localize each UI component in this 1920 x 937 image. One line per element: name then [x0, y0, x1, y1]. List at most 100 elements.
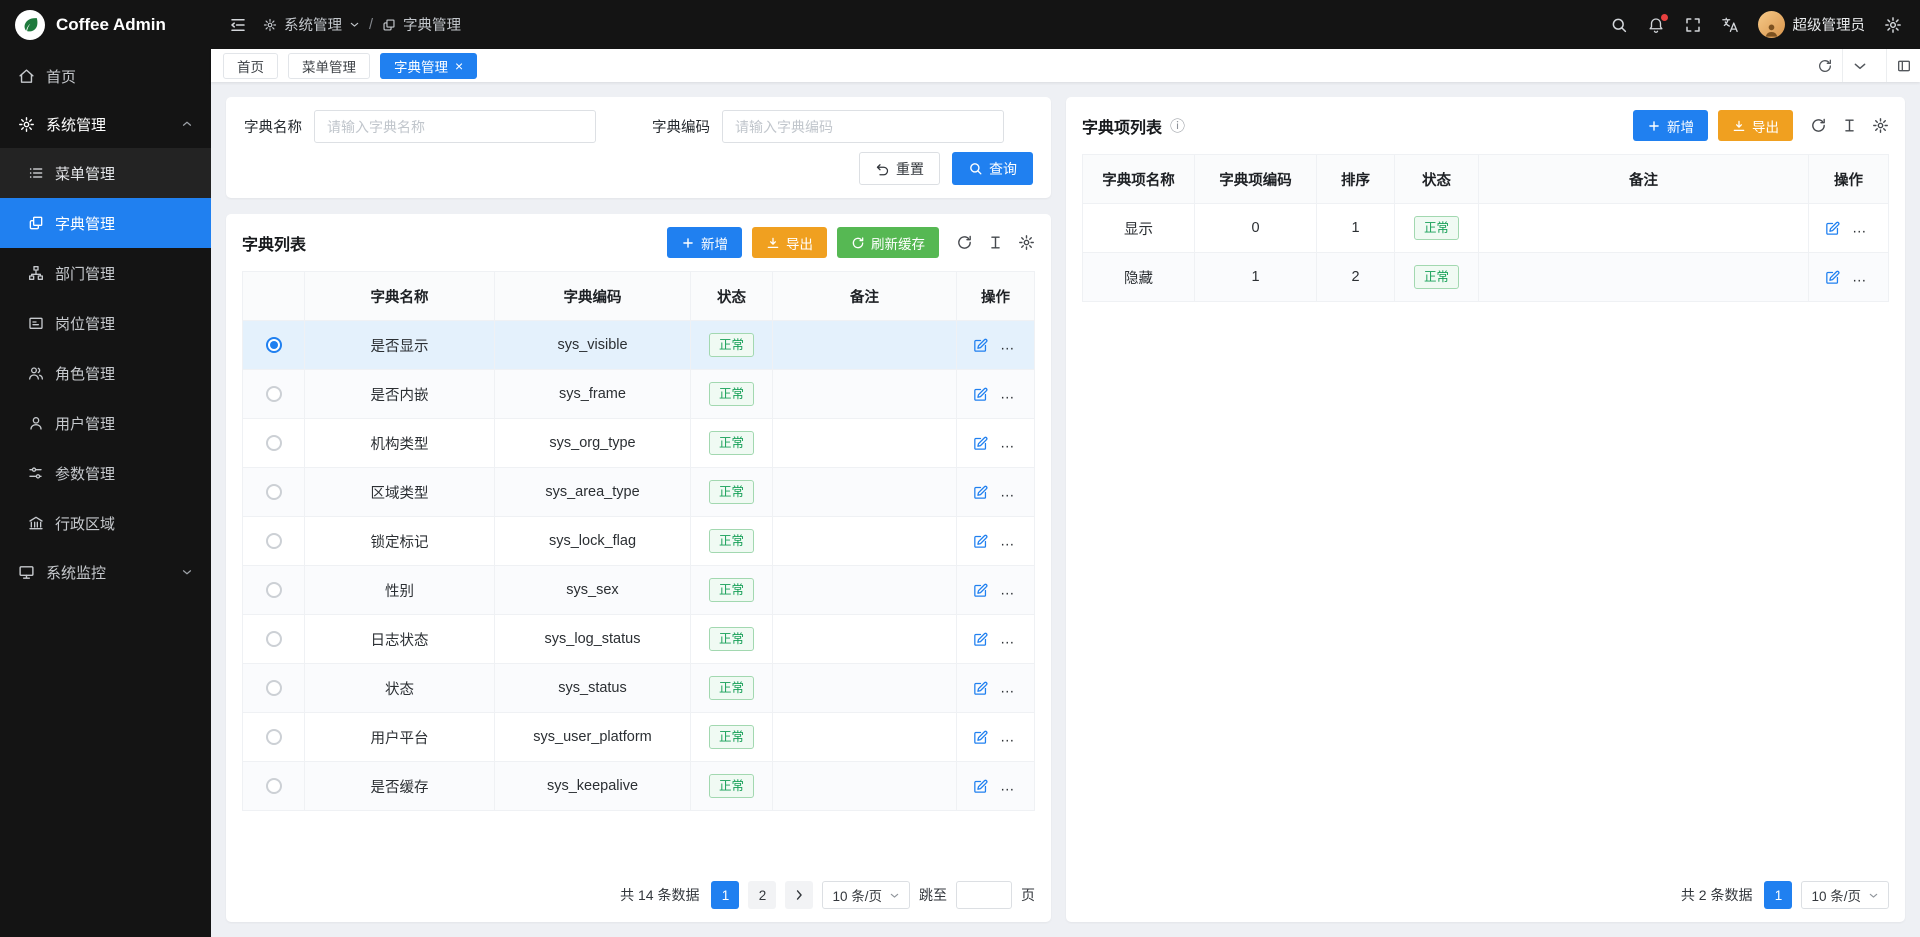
dict-name-input[interactable]	[314, 110, 596, 143]
row-radio[interactable]	[266, 435, 282, 451]
export-button[interactable]: 导出	[752, 227, 827, 258]
edit-icon[interactable]	[1824, 220, 1841, 237]
add-button[interactable]: 新增	[667, 227, 742, 258]
sidebar-item-system-management[interactable]: 系统管理	[0, 100, 211, 148]
edit-icon[interactable]	[972, 582, 989, 599]
edit-icon[interactable]	[1824, 269, 1841, 286]
row-radio[interactable]	[266, 729, 282, 745]
font-size-icon[interactable]	[987, 234, 1004, 251]
dict-code-input[interactable]	[722, 110, 1004, 143]
sidebar-item-user-management[interactable]: 用户管理	[0, 398, 211, 448]
refresh-icon[interactable]	[1810, 117, 1827, 134]
tab-dict-management[interactable]: 字典管理 ×	[380, 53, 477, 79]
row-radio[interactable]	[266, 582, 282, 598]
page-2-button[interactable]: 2	[748, 881, 776, 909]
breadcrumb-dict-management[interactable]: 字典管理	[382, 14, 461, 35]
edit-icon[interactable]	[972, 631, 989, 648]
translate-icon[interactable]	[1721, 16, 1739, 34]
sidebar-item-post-management[interactable]: 岗位管理	[0, 298, 211, 348]
dict-name-cell: 是否缓存	[305, 762, 495, 811]
home-icon	[18, 68, 35, 85]
row-radio[interactable]	[266, 337, 282, 353]
dict-table-row[interactable]: 用户平台 sys_user_platform 正常	[243, 713, 1035, 762]
edit-icon[interactable]	[972, 435, 989, 452]
sidebar-item-department-management[interactable]: 部门管理	[0, 248, 211, 298]
delete-icon[interactable]	[1007, 582, 1024, 599]
edit-icon[interactable]	[972, 337, 989, 354]
delete-icon[interactable]	[1007, 631, 1024, 648]
tab-home[interactable]: 首页	[223, 53, 278, 79]
delete-icon[interactable]	[1007, 729, 1024, 746]
notification-bell-icon[interactable]	[1647, 16, 1665, 34]
row-radio[interactable]	[266, 778, 282, 794]
edit-icon[interactable]	[972, 484, 989, 501]
export-items-button[interactable]: 导出	[1718, 110, 1793, 141]
sidebar-item-home[interactable]: 首页	[0, 52, 211, 100]
info-icon[interactable]: ⓘ	[1170, 115, 1185, 136]
close-icon[interactable]: ×	[455, 59, 463, 73]
dict-item-row[interactable]: 隐藏 1 2 正常	[1083, 253, 1889, 302]
sidebar-item-dict-management[interactable]: 字典管理	[0, 198, 211, 248]
chevron-down-icon[interactable]	[1842, 49, 1876, 82]
page-size-select[interactable]: 10 条/页	[1801, 881, 1889, 909]
query-button[interactable]: 查询	[952, 152, 1033, 185]
page-1-button[interactable]: 1	[1764, 881, 1792, 909]
delete-icon[interactable]	[1007, 484, 1024, 501]
breadcrumb-system-management[interactable]: 系统管理	[263, 14, 360, 35]
dict-table-row[interactable]: 是否缓存 sys_keepalive 正常	[243, 762, 1035, 811]
sidebar-item-system-monitor[interactable]: 系统监控	[0, 548, 211, 596]
row-radio[interactable]	[266, 386, 282, 402]
delete-icon[interactable]	[1007, 778, 1024, 795]
add-item-button[interactable]: 新增	[1633, 110, 1708, 141]
dict-item-row[interactable]: 显示 0 1 正常	[1083, 204, 1889, 253]
sidebar-item-parameter-management[interactable]: 参数管理	[0, 448, 211, 498]
row-radio[interactable]	[266, 533, 282, 549]
delete-icon[interactable]	[1859, 269, 1876, 286]
app-logo[interactable]: Coffee Admin	[0, 0, 211, 49]
refresh-icon[interactable]	[1808, 49, 1842, 82]
row-radio[interactable]	[266, 631, 282, 647]
dict-table-row[interactable]: 区域类型 sys_area_type 正常	[243, 468, 1035, 517]
edit-icon[interactable]	[972, 533, 989, 550]
row-radio[interactable]	[266, 680, 282, 696]
refresh-icon[interactable]	[956, 234, 973, 251]
delete-icon[interactable]	[1859, 220, 1876, 237]
edit-icon[interactable]	[972, 386, 989, 403]
column-header-action: 操作	[1809, 155, 1889, 204]
dict-table-row[interactable]: 是否内嵌 sys_frame 正常	[243, 370, 1035, 419]
delete-icon[interactable]	[1007, 680, 1024, 697]
dict-table-row[interactable]: 日志状态 sys_log_status 正常	[243, 615, 1035, 664]
user-menu[interactable]: 超级管理员	[1758, 11, 1866, 38]
edit-icon[interactable]	[972, 729, 989, 746]
dict-table-row[interactable]: 状态 sys_status 正常	[243, 664, 1035, 713]
delete-icon[interactable]	[1007, 533, 1024, 550]
table-settings-gear-icon[interactable]	[1872, 117, 1889, 134]
font-size-icon[interactable]	[1841, 117, 1858, 134]
dict-table-row[interactable]: 是否显示 sys_visible 正常	[243, 321, 1035, 370]
layout-columns-icon[interactable]	[1886, 49, 1920, 82]
edit-icon[interactable]	[972, 680, 989, 697]
sidebar-item-admin-region[interactable]: 行政区域	[0, 498, 211, 548]
delete-icon[interactable]	[1007, 386, 1024, 403]
delete-icon[interactable]	[1007, 337, 1024, 354]
search-icon[interactable]	[1610, 16, 1628, 34]
collapse-sidebar-icon[interactable]	[229, 16, 247, 34]
settings-gear-icon[interactable]	[1884, 16, 1902, 34]
sidebar-item-role-management[interactable]: 角色管理	[0, 348, 211, 398]
page-size-select[interactable]: 10 条/页	[822, 881, 910, 909]
table-settings-gear-icon[interactable]	[1018, 234, 1035, 251]
delete-icon[interactable]	[1007, 435, 1024, 452]
dict-table-row[interactable]: 锁定标记 sys_lock_flag 正常	[243, 517, 1035, 566]
dict-table-row[interactable]: 性别 sys_sex 正常	[243, 566, 1035, 615]
row-radio[interactable]	[266, 484, 282, 500]
next-page-button[interactable]	[785, 881, 813, 909]
tab-menu-management[interactable]: 菜单管理	[288, 53, 370, 79]
sidebar-item-menu-management[interactable]: 菜单管理	[0, 148, 211, 198]
reset-button[interactable]: 重置	[859, 152, 940, 185]
refresh-cache-button[interactable]: 刷新缓存	[837, 227, 939, 258]
edit-icon[interactable]	[972, 778, 989, 795]
jump-page-input[interactable]	[956, 881, 1012, 909]
page-1-button[interactable]: 1	[711, 881, 739, 909]
fullscreen-icon[interactable]	[1684, 16, 1702, 34]
dict-table-row[interactable]: 机构类型 sys_org_type 正常	[243, 419, 1035, 468]
